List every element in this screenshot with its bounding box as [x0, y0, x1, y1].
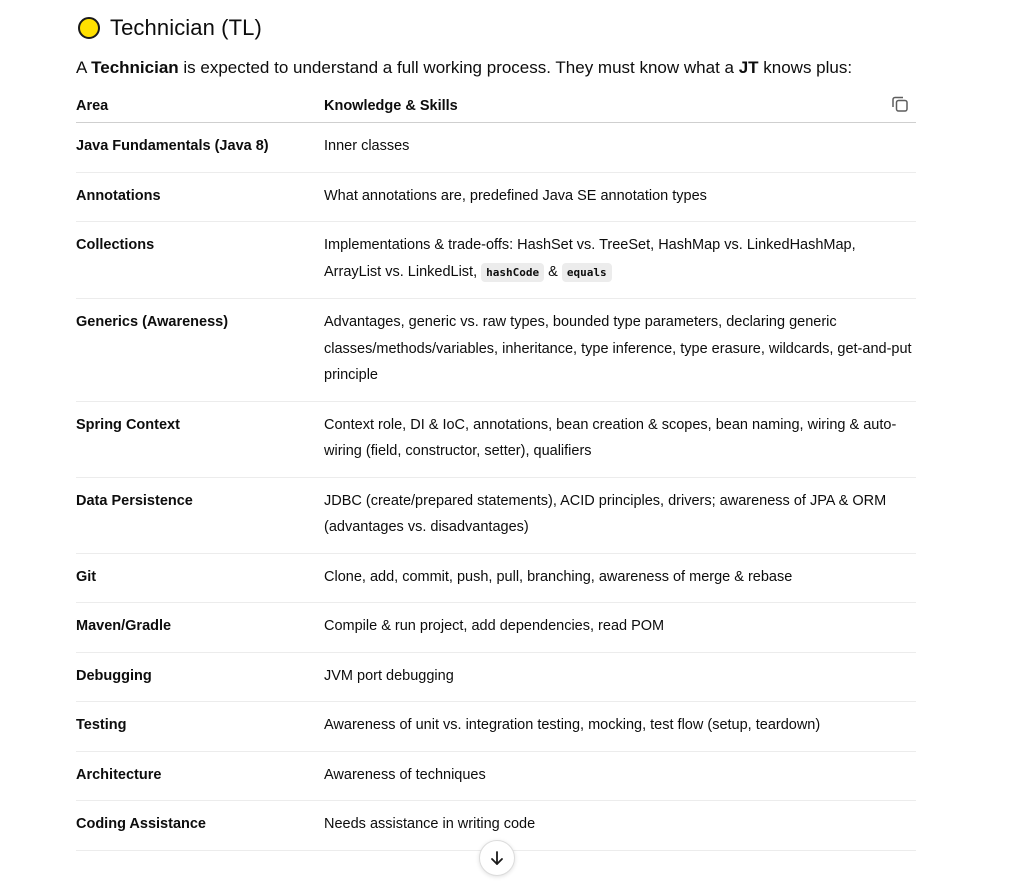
intro-ref: JT	[738, 58, 759, 77]
intro-role: Technician	[91, 58, 179, 77]
row-skills: Inner classes	[324, 122, 916, 173]
table-row: Data Persistence JDBC (create/prepared s…	[76, 477, 916, 554]
table-row: Architecture Awareness of techniques	[76, 751, 916, 801]
row-skills: Advantages, generic vs. raw types, bound…	[324, 298, 916, 402]
section-heading: Technician (TL)	[76, 0, 916, 56]
table-row: Generics (Awareness) Advantages, generic…	[76, 298, 916, 402]
row-area: Coding Assistance	[76, 800, 324, 851]
row-skills: JVM port debugging	[324, 652, 916, 702]
row-area: Collections	[76, 221, 324, 299]
content: Technician (TL) A Technician is expected…	[76, 0, 916, 851]
column-header-skills: Knowledge & Skills	[324, 90, 916, 123]
table-row: Annotations What annotations are, predef…	[76, 172, 916, 222]
table-row: Java Fundamentals (Java 8) Inner classes	[76, 122, 916, 173]
row-area: Git	[76, 553, 324, 603]
row-skills: Clone, add, commit, push, pull, branchin…	[324, 553, 916, 603]
table-row: Debugging JVM port debugging	[76, 652, 916, 702]
row-area: Annotations	[76, 172, 324, 222]
table-row: Collections Implementations & trade-offs…	[76, 221, 916, 299]
row-skills: Context role, DI & IoC, annotations, bea…	[324, 401, 916, 478]
row-area: Java Fundamentals (Java 8)	[76, 122, 324, 173]
row-area: Testing	[76, 701, 324, 752]
yellow-circle-icon	[78, 17, 100, 39]
code-equals: equals	[561, 262, 612, 282]
table-row: Maven/Gradle Compile & run project, add …	[76, 602, 916, 653]
row-area: Spring Context	[76, 401, 324, 478]
row-skills: Awareness of unit vs. integration testin…	[324, 701, 916, 752]
table-row: Spring Context Context role, DI & IoC, a…	[76, 401, 916, 478]
table-header-row: Area Knowledge & Skills	[76, 90, 916, 123]
column-header-area: Area	[76, 90, 324, 123]
row-area: Debugging	[76, 652, 324, 702]
arrow-down-icon	[491, 851, 503, 865]
section-title: Technician (TL)	[110, 15, 262, 40]
row-area: Generics (Awareness)	[76, 298, 324, 402]
scroll-down-button[interactable]	[479, 840, 515, 876]
row-area: Maven/Gradle	[76, 602, 324, 653]
intro-text: A Technician is expected to understand a…	[76, 58, 853, 77]
skills-table: Area Knowledge & Skills Java Fundamental…	[76, 90, 916, 851]
row-area: Data Persistence	[76, 477, 324, 554]
table-row: Testing Awareness of unit vs. integratio…	[76, 701, 916, 752]
row-skills: What annotations are, predefined Java SE…	[324, 172, 916, 222]
row-skills: Awareness of techniques	[324, 751, 916, 801]
row-area: Architecture	[76, 751, 324, 801]
row-skills: JDBC (create/prepared statements), ACID …	[324, 477, 916, 554]
row-skills: Needs assistance in writing code	[324, 800, 916, 851]
row-skills: Implementations & trade-offs: HashSet vs…	[324, 221, 916, 299]
code-hashcode: hashCode	[481, 262, 545, 282]
row-skills: Compile & run project, add dependencies,…	[324, 602, 916, 653]
table-row: Git Clone, add, commit, push, pull, bran…	[76, 553, 916, 603]
copy-icon[interactable]	[890, 94, 910, 114]
